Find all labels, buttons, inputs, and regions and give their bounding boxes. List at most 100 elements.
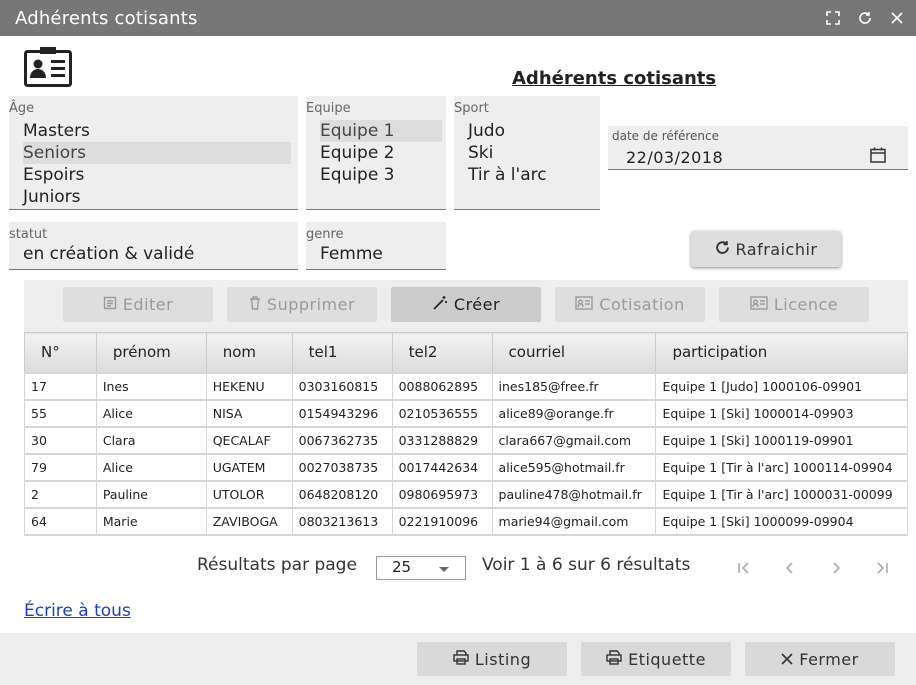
etiquette-button[interactable]: Etiquette <box>581 642 731 676</box>
sport-option[interactable]: Ski <box>468 142 594 164</box>
cell-prenom: Alice <box>95 452 207 482</box>
id-card-icon <box>750 295 768 314</box>
listing-button[interactable]: Listing <box>417 642 567 676</box>
print-icon <box>606 649 622 669</box>
create-button[interactable]: Créer <box>391 287 541 322</box>
sport-listbox[interactable]: Sport Judo Ski Tir à l'arc <box>454 96 600 210</box>
per-page-label: Résultats par page <box>197 555 357 575</box>
column-header-tel2[interactable]: tel2 <box>391 332 493 373</box>
cell-courriel: alice595@hotmail.fr <box>491 452 657 482</box>
licence-button[interactable]: Licence <box>719 287 869 322</box>
reference-date-value[interactable]: 22/03/2018 <box>626 148 723 167</box>
table-row[interactable]: 79 Alice UGATEM 0027038735 0017442634 al… <box>24 452 908 482</box>
cell-participation: Equipe 1 [Ski] 1000099-09904 <box>655 506 908 536</box>
cell-number: 64 <box>24 506 97 536</box>
age-listbox[interactable]: Âge Masters Seniors Espoirs Juniors <box>9 96 298 210</box>
sport-option[interactable]: Tir à l'arc <box>468 164 594 186</box>
print-icon <box>453 649 469 669</box>
table-row[interactable]: 30 Clara QECALAF 0067362735 0331288829 c… <box>24 425 908 455</box>
cell-number: 30 <box>24 425 97 455</box>
cell-courriel: pauline478@hotmail.fr <box>491 479 657 509</box>
close-button[interactable]: Fermer <box>745 642 895 676</box>
edit-button[interactable]: Editer <box>63 287 213 322</box>
column-header-nom[interactable]: nom <box>205 332 293 373</box>
refresh-icon[interactable] <box>855 8 875 28</box>
id-card-icon <box>24 47 72 87</box>
page-title: Adhérents cotisants <box>512 68 717 89</box>
equipe-label: Equipe <box>306 101 351 116</box>
age-option[interactable]: Masters <box>23 120 291 142</box>
genre-value: Femme <box>320 244 383 264</box>
licence-label: Licence <box>773 295 839 314</box>
cell-number: 79 <box>24 452 97 482</box>
magic-wand-icon <box>432 295 448 315</box>
genre-label: genre <box>306 227 344 242</box>
create-label: Créer <box>453 295 501 314</box>
write-all-link[interactable]: Écrire à tous <box>24 601 131 621</box>
cell-tel2: 0088062895 <box>391 371 493 401</box>
cell-prenom: Alice <box>95 398 207 428</box>
age-option[interactable]: Juniors <box>23 186 291 208</box>
cell-tel1: 0303160815 <box>291 371 393 401</box>
cell-tel1: 0067362735 <box>291 425 393 455</box>
table-row[interactable]: 2 Pauline UTOLOR 0648208120 0980695973 p… <box>24 479 908 509</box>
next-page-icon[interactable] <box>826 558 846 578</box>
footer-bar: Listing Etiquette Fermer <box>0 633 916 685</box>
cell-tel2: 0210536555 <box>391 398 493 428</box>
column-header-courriel[interactable]: courriel <box>491 332 657 373</box>
cell-tel1: 0154943296 <box>291 398 393 428</box>
cell-prenom: Pauline <box>95 479 207 509</box>
refresh-label: Rafraichir <box>735 239 818 259</box>
first-page-icon[interactable] <box>734 558 754 578</box>
cell-participation: Equipe 1 [Ski] 1000014-09903 <box>655 398 908 428</box>
cell-nom: QECALAF <box>205 425 293 455</box>
cell-tel2: 0221910096 <box>391 506 493 536</box>
statut-value: en création & validé <box>23 244 195 264</box>
last-page-icon[interactable] <box>872 558 892 578</box>
equipe-option[interactable]: Equipe 2 <box>320 142 442 164</box>
calendar-icon[interactable] <box>870 147 888 165</box>
refresh-button[interactable]: Rafraichir <box>691 231 841 267</box>
id-card-icon <box>575 295 593 314</box>
cell-prenom: Marie <box>95 506 207 536</box>
cell-courriel: clara667@gmail.com <box>491 425 657 455</box>
column-header-prenom[interactable]: prénom <box>95 332 207 373</box>
expand-icon[interactable] <box>823 8 843 28</box>
column-header-participation[interactable]: participation <box>655 332 908 373</box>
cell-nom: NISA <box>205 398 293 428</box>
cell-nom: UTOLOR <box>205 479 293 509</box>
table-row[interactable]: 64 Marie ZAVIBOGA 0803213613 0221910096 … <box>24 506 908 536</box>
cell-courriel: alice89@orange.fr <box>491 398 657 428</box>
table-row[interactable]: 55 Alice NISA 0154943296 0210536555 alic… <box>24 398 908 428</box>
cell-prenom: Ines <box>95 371 207 401</box>
close-icon[interactable] <box>887 8 907 28</box>
table-row[interactable]: 17 Ines HEKENU 0303160815 0088062895 ine… <box>24 371 908 401</box>
etiquette-label: Etiquette <box>628 649 706 669</box>
genre-select[interactable]: genre Femme <box>306 222 446 270</box>
equipe-listbox[interactable]: Equipe Equipe 1 Equipe 2 Equipe 3 <box>306 96 446 210</box>
per-page-value: 25 <box>392 558 412 576</box>
trash-icon <box>249 295 261 314</box>
age-option-selected[interactable]: Seniors <box>23 142 291 164</box>
delete-button[interactable]: Supprimer <box>227 287 377 322</box>
cell-tel1: 0027038735 <box>291 452 393 482</box>
cotisation-label: Cotisation <box>599 295 685 314</box>
results-summary: Voir 1 à 6 sur 6 résultats <box>482 555 691 575</box>
cell-tel2: 0331288829 <box>391 425 493 455</box>
reference-date-field[interactable]: date de référence 22/03/2018 <box>608 126 908 170</box>
per-page-select[interactable]: 25 <box>376 556 466 580</box>
close-label: Fermer <box>799 649 859 669</box>
previous-page-icon[interactable] <box>780 558 800 578</box>
close-icon <box>781 650 793 669</box>
cell-participation: Equipe 1 [Tir à l'arc] 1000114-09904 <box>655 452 908 482</box>
cotisation-button[interactable]: Cotisation <box>555 287 705 322</box>
cell-nom: ZAVIBOGA <box>205 506 293 536</box>
equipe-option-selected[interactable]: Equipe 1 <box>320 120 442 142</box>
sport-option[interactable]: Judo <box>468 120 594 142</box>
age-option[interactable]: Espoirs <box>23 164 291 186</box>
refresh-icon <box>715 240 730 259</box>
column-header-tel1[interactable]: tel1 <box>291 332 393 373</box>
column-header-number[interactable]: N° <box>24 332 97 373</box>
statut-select[interactable]: statut en création & validé <box>9 222 298 270</box>
equipe-option[interactable]: Equipe 3 <box>320 164 442 186</box>
